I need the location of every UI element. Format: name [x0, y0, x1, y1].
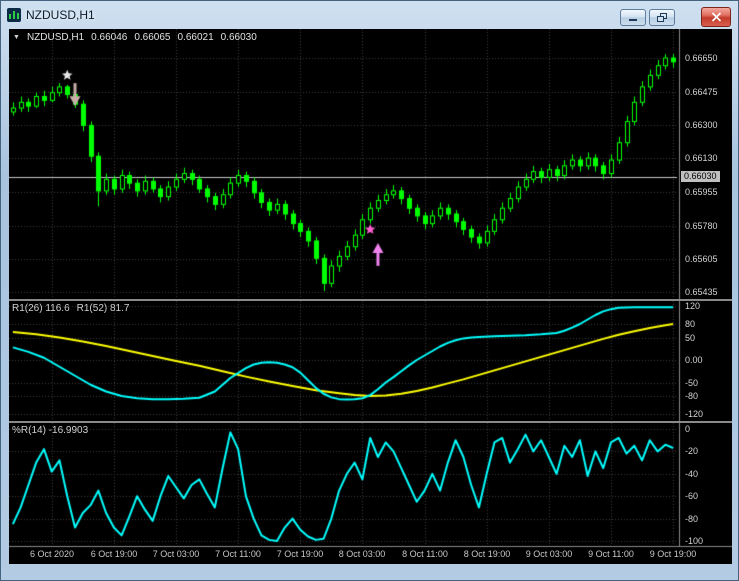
- price-tick-label: 0.65955: [685, 187, 718, 197]
- price-tick-label: 0.66130: [685, 153, 718, 163]
- restore-icon: [656, 12, 667, 22]
- indicator1-tick-label: -120: [685, 409, 704, 419]
- minimize-icon: [629, 19, 637, 21]
- indicator2-tick-label: -80: [685, 514, 699, 524]
- chart-canvas[interactable]: [9, 29, 732, 564]
- legend-open: 0.66046: [91, 32, 128, 43]
- chart-window: NZDUSD,H1 ▼ NZDUSD,H1 0.66046 0.66065 0.…: [0, 0, 739, 581]
- indicator1-tick-label: -50: [685, 378, 699, 388]
- legend-collapse-icon[interactable]: ▼: [13, 34, 20, 41]
- time-label: 8 Oct 11:00: [402, 549, 448, 559]
- chart-window-icon: [7, 8, 21, 22]
- minimize-button[interactable]: [620, 9, 646, 26]
- time-label: 7 Oct 11:00: [215, 549, 261, 559]
- time-label: 8 Oct 19:00: [463, 549, 511, 559]
- time-scale[interactable]: 6 Oct 2020 6 Oct 19:00 7 Oct 03:00 7 Oct 11…: [9, 547, 696, 564]
- indicator1-tick-label: 0.00: [685, 355, 703, 365]
- time-label: 9 Oct 03:00: [525, 549, 573, 559]
- price-tick-label: 0.65605: [685, 254, 718, 264]
- indicator1-fast-label: R1(26) 116.6: [12, 303, 70, 314]
- indicator1-tick-label: -80: [685, 391, 699, 401]
- chart-legend: ▼ NZDUSD,H1 0.66046 0.66065 0.66021 0.66…: [13, 32, 257, 43]
- indicator1-tick-label: 50: [685, 333, 696, 343]
- restore-button[interactable]: [649, 9, 675, 26]
- price-tick-label: 0.65780: [685, 221, 718, 231]
- indicator1-tick-label: 80: [685, 319, 696, 329]
- window-title: NZDUSD,H1: [26, 8, 95, 22]
- indicator1-slow-label: R1(52) 81.7: [76, 303, 130, 314]
- indicator2-tick-label: -40: [685, 469, 699, 479]
- legend-symbol: NZDUSD,H1: [26, 32, 85, 43]
- indicator2-legend: %R(14) -16.9903: [12, 425, 88, 436]
- indicator2-label: %R(14) -16.9903: [12, 425, 89, 436]
- price-tick-label: 0.66475: [685, 87, 718, 97]
- price-scale[interactable]: 0.66650 0.66475 0.66300 0.66130 0.65955 0.657…: [680, 29, 732, 546]
- time-label: 6 Oct 19:00: [90, 549, 138, 559]
- time-label: 8 Oct 03:00: [338, 549, 386, 559]
- indicator2-tick-label: -20: [685, 446, 699, 456]
- price-tick-label: 0.66300: [685, 120, 718, 130]
- time-label: 7 Oct 03:00: [152, 549, 200, 559]
- indicator1-tick-label: 120: [685, 301, 701, 311]
- indicator2-tick-label: 0: [685, 424, 691, 434]
- current-price-label: 0.66030: [681, 171, 720, 182]
- time-label: 9 Oct 19:00: [649, 549, 697, 559]
- chart-client-area: ▼ NZDUSD,H1 0.66046 0.66065 0.66021 0.66…: [9, 29, 732, 564]
- indicator2-tick-label: -60: [685, 491, 699, 501]
- price-tick-label: 0.65435: [685, 287, 718, 297]
- time-label: 6 Oct 2020: [29, 549, 75, 559]
- legend-close: 0.66030: [220, 32, 257, 43]
- close-icon: [711, 12, 721, 22]
- panel-separator[interactable]: [9, 299, 732, 301]
- panel-separator[interactable]: [9, 421, 732, 423]
- time-label: 7 Oct 19:00: [276, 549, 324, 559]
- title-bar[interactable]: NZDUSD,H1: [1, 1, 738, 29]
- legend-low: 0.66021: [177, 32, 214, 43]
- price-tick-label: 0.66650: [685, 53, 718, 63]
- close-button[interactable]: [701, 7, 731, 27]
- indicator1-legend: R1(26) 116.6 R1(52) 81.7: [12, 303, 129, 314]
- legend-high: 0.66065: [134, 32, 171, 43]
- time-label: 9 Oct 11:00: [588, 549, 634, 559]
- indicator2-tick-label: -100: [685, 536, 704, 546]
